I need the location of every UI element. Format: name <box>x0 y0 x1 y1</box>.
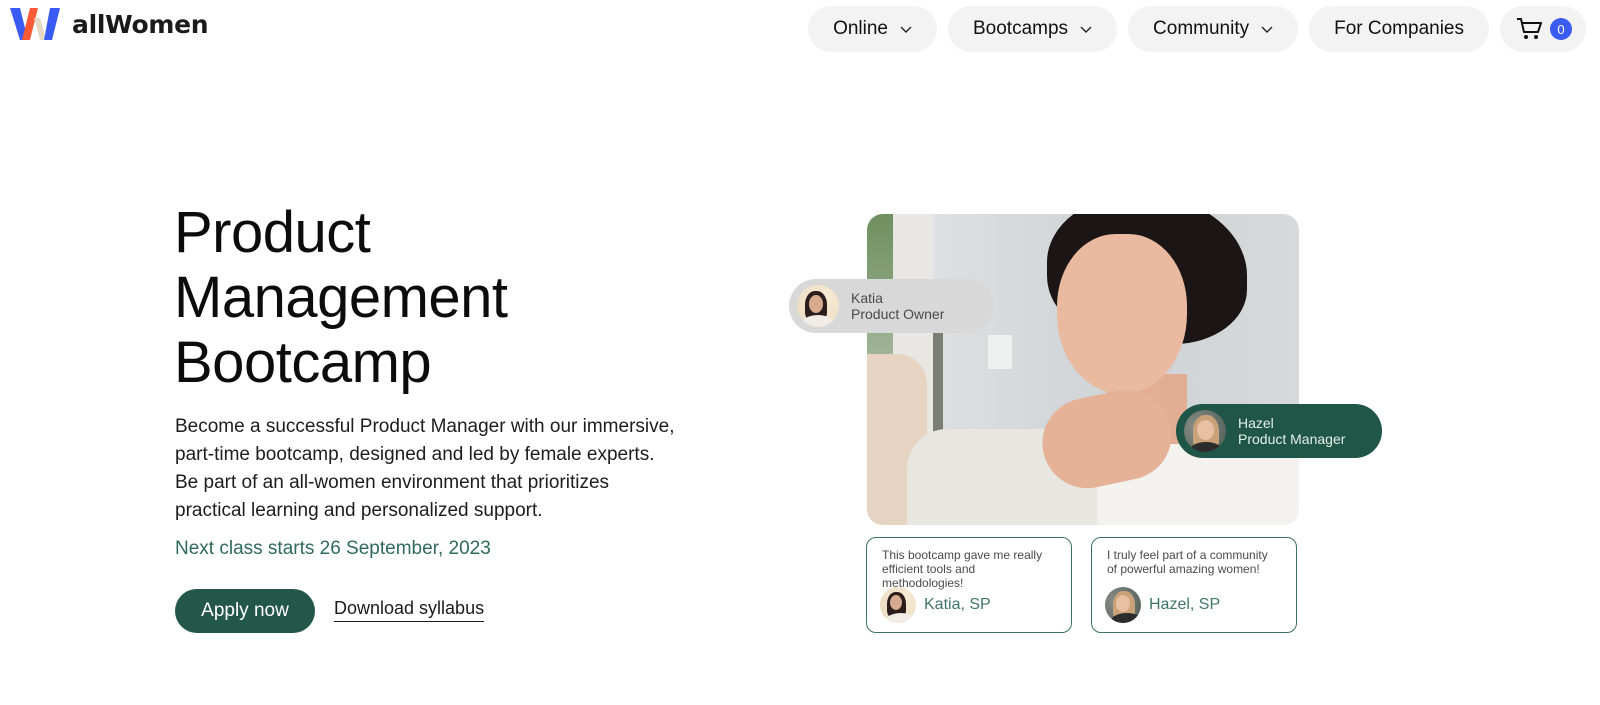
allwomen-logo-icon <box>10 8 60 40</box>
profile-chip-katia: Katia Product Owner <box>789 279 994 333</box>
review-author-name: Hazel, SP <box>1149 596 1221 613</box>
review-card: This bootcamp gave me really efficient t… <box>866 537 1072 633</box>
avatar <box>1184 410 1226 452</box>
chevron-down-icon <box>1080 26 1092 33</box>
nav-online[interactable]: Online <box>808 6 937 52</box>
avatar <box>880 587 916 623</box>
nav-bootcamps-label: Bootcamps <box>972 18 1069 39</box>
chevron-down-icon <box>1261 26 1273 33</box>
profile-name: Hazel <box>1238 415 1274 431</box>
nav-community-label: Community <box>1153 18 1250 39</box>
hero-photo <box>867 214 1299 525</box>
cart-button[interactable]: 0 <box>1500 6 1586 52</box>
chevron-down-icon <box>900 26 912 33</box>
profile-role: Product Manager <box>1238 431 1346 447</box>
apply-now-button[interactable]: Apply now <box>175 589 315 633</box>
download-syllabus-link[interactable]: Download syllabus <box>334 598 485 622</box>
main-nav: Online Bootcamps Community For Companies… <box>808 6 1586 52</box>
profile-chip-hazel: Hazel Product Manager <box>1176 404 1382 458</box>
cart-count-badge: 0 <box>1550 18 1572 40</box>
nav-for-companies-label: For Companies <box>1334 18 1464 39</box>
review-author: Katia, SP <box>880 587 991 623</box>
review-author: Hazel, SP <box>1105 587 1220 623</box>
nav-online-label: Online <box>833 18 888 39</box>
shopping-cart-icon <box>1517 18 1542 39</box>
profile-name: Katia <box>851 290 883 306</box>
review-text: I truly feel part of a community of powe… <box>1107 548 1268 576</box>
nav-bootcamps[interactable]: Bootcamps <box>947 6 1118 52</box>
photo-light-switch <box>987 334 1013 370</box>
title-line-1: Product <box>174 200 371 265</box>
next-class-date: Next class starts 26 September, 2023 <box>175 538 491 559</box>
hero-description: Become a successful Product Manager with… <box>175 416 675 521</box>
logo[interactable]: allWomen <box>10 8 209 40</box>
nav-for-companies[interactable]: For Companies <box>1309 6 1489 52</box>
avatar <box>1105 587 1141 623</box>
title-line-2: Management <box>174 265 508 330</box>
photo-woman-face <box>1057 234 1187 394</box>
page-title: Product Management Bootcamp <box>174 200 508 395</box>
review-author-name: Katia, SP <box>924 596 991 613</box>
review-card: I truly feel part of a community of powe… <box>1091 537 1297 633</box>
profile-role: Product Owner <box>851 306 945 322</box>
review-text: This bootcamp gave me really efficient t… <box>882 548 1043 590</box>
profile-chip-text: Katia Product Owner <box>851 290 944 322</box>
nav-community[interactable]: Community <box>1128 6 1299 52</box>
title-line-3: Bootcamp <box>174 330 432 395</box>
logo-text: allWomen <box>72 9 209 39</box>
avatar <box>797 285 839 327</box>
profile-chip-text: Hazel Product Manager <box>1238 415 1345 447</box>
